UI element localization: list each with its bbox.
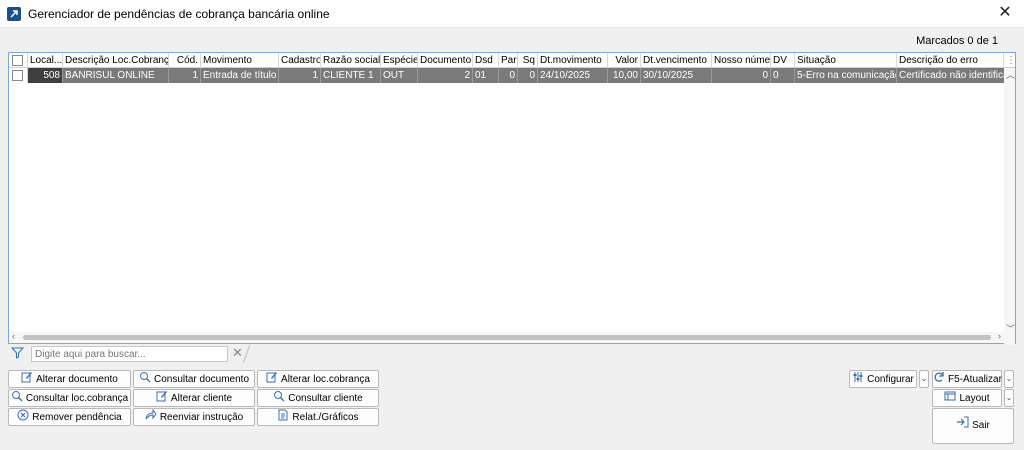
remove-circle-icon bbox=[17, 409, 29, 427]
relat-graficos-button[interactable]: Relat./Gráficos bbox=[257, 408, 379, 426]
consultar-documento-button[interactable]: Consultar documento bbox=[133, 370, 255, 388]
cell-cod: 1 bbox=[169, 68, 201, 83]
cell-movimento: Entrada de título bbox=[201, 68, 279, 83]
magnifier-icon bbox=[273, 390, 285, 408]
cell-dt-movimento: 24/10/2025 bbox=[538, 68, 608, 83]
cell-dv: 0 bbox=[771, 68, 795, 83]
marked-count: Marcados 0 de 1 bbox=[916, 35, 998, 47]
cell-situacao: 5-Erro na comunicação bbox=[795, 68, 897, 83]
pending-grid[interactable]: Local... Descrição Loc.Cobrança Cód. Mov… bbox=[8, 52, 1016, 345]
column-chooser-icon[interactable]: ⋮ bbox=[1004, 53, 1015, 68]
header-select-all[interactable] bbox=[9, 53, 28, 68]
cell-par: 0 bbox=[499, 68, 518, 83]
cell-local: 508 bbox=[28, 68, 63, 83]
horizontal-scrollbar[interactable]: ‹ › bbox=[9, 331, 1004, 343]
cell-valor: 10,00 bbox=[608, 68, 641, 83]
layout-button[interactable]: Layout bbox=[932, 389, 1002, 407]
header-razao-social[interactable]: Razão social bbox=[321, 53, 381, 68]
cell-nosso-numero: 0 bbox=[712, 68, 771, 83]
row-select[interactable] bbox=[9, 68, 28, 83]
app-arrow-icon bbox=[7, 7, 21, 21]
header-par[interactable]: Par bbox=[499, 53, 518, 68]
alterar-loc-cobranca-button[interactable]: Alterar loc.cobrança bbox=[257, 370, 379, 388]
magnifier-icon bbox=[139, 371, 151, 389]
atualizar-button[interactable]: F5-Atualizar bbox=[932, 370, 1002, 388]
sliders-icon bbox=[852, 371, 864, 389]
reenviar-instrucao-button[interactable]: Reenviar instrução bbox=[133, 408, 255, 426]
alterar-cliente-button[interactable]: Alterar cliente bbox=[133, 389, 255, 407]
consultar-cliente-button[interactable]: Consultar cliente bbox=[257, 389, 379, 407]
configurar-dropdown-icon[interactable]: ⌄ bbox=[919, 370, 929, 388]
sair-button[interactable]: Sair bbox=[932, 408, 1014, 444]
header-dt-vencimento[interactable]: Dt.vencimento bbox=[641, 53, 712, 68]
header-cod[interactable]: Cód. bbox=[169, 53, 201, 68]
header-nosso-numero[interactable]: Nosso número bbox=[712, 53, 771, 68]
header-documento[interactable]: Documento bbox=[418, 53, 473, 68]
header-local[interactable]: Local... bbox=[28, 53, 63, 68]
cell-cadastro: 1 bbox=[279, 68, 321, 83]
cell-sq: 0 bbox=[518, 68, 538, 83]
layout-dropdown-icon[interactable]: ⌄ bbox=[1004, 389, 1014, 407]
cell-dsd: 01 bbox=[473, 68, 499, 83]
configurar-button[interactable]: Configurar bbox=[849, 370, 917, 388]
header-valor[interactable]: Valor bbox=[608, 53, 641, 68]
search-input[interactable] bbox=[31, 346, 228, 362]
table-row[interactable]: 508 BANRISUL ONLINE 1 Entrada de título … bbox=[9, 68, 1004, 83]
search-divider bbox=[242, 345, 260, 363]
header-dsd[interactable]: Dsd bbox=[473, 53, 499, 68]
scroll-down-icon[interactable]: ﹀ bbox=[1006, 322, 1015, 335]
scroll-left-icon[interactable]: ‹ bbox=[12, 331, 15, 341]
grid-header: Local... Descrição Loc.Cobrança Cód. Mov… bbox=[9, 53, 1015, 68]
select-all-checkbox[interactable] bbox=[12, 55, 23, 66]
refresh-icon bbox=[933, 371, 945, 389]
consultar-loc-cobranca-button[interactable]: Consultar loc.cobrança bbox=[8, 389, 131, 407]
report-icon bbox=[277, 409, 289, 427]
magnifier-icon bbox=[11, 390, 23, 408]
window-title: Gerenciador de pendências de cobrança ba… bbox=[28, 7, 330, 21]
remover-pendencia-button[interactable]: Remover pendência bbox=[8, 408, 131, 426]
header-situacao[interactable]: Situação bbox=[795, 53, 897, 68]
header-cadastro[interactable]: Cadastro bbox=[279, 53, 321, 68]
cell-razao-social: CLIENTE 1 bbox=[321, 68, 381, 83]
atualizar-dropdown-icon[interactable]: ⌄ bbox=[1004, 370, 1014, 388]
edit-icon bbox=[21, 371, 33, 389]
search-bar: ✕ bbox=[8, 345, 260, 363]
header-dv[interactable]: DV bbox=[771, 53, 795, 68]
cell-especie: OUT bbox=[381, 68, 418, 83]
header-movimento[interactable]: Movimento bbox=[201, 53, 279, 68]
header-descricao-erro[interactable]: Descrição do erro bbox=[897, 53, 1004, 68]
edit-icon bbox=[156, 390, 168, 408]
exit-icon bbox=[956, 409, 969, 443]
clear-search-icon[interactable]: ✕ bbox=[232, 345, 243, 361]
alterar-documento-button[interactable]: Alterar documento bbox=[8, 370, 131, 388]
close-button[interactable]: ✕ bbox=[996, 4, 1014, 22]
horizontal-scroll-thumb[interactable] bbox=[23, 335, 991, 340]
layout-icon bbox=[944, 390, 956, 408]
filter-icon[interactable] bbox=[10, 346, 25, 362]
header-dt-movimento[interactable]: Dt.movimento bbox=[538, 53, 608, 68]
header-descricao-loc[interactable]: Descrição Loc.Cobrança bbox=[63, 53, 169, 68]
scroll-up-icon[interactable]: ︿ bbox=[1006, 68, 1015, 81]
edit-icon bbox=[266, 371, 278, 389]
cell-dt-vencimento: 30/10/2025 bbox=[641, 68, 712, 83]
scroll-right-icon[interactable]: › bbox=[998, 331, 1001, 341]
row-checkbox[interactable] bbox=[12, 70, 23, 81]
cell-documento: 2 bbox=[418, 68, 473, 83]
header-sq[interactable]: Sq bbox=[518, 53, 538, 68]
vertical-scrollbar[interactable]: ︿ ﹀ bbox=[1004, 68, 1015, 345]
cell-descricao-loc: BANRISUL ONLINE bbox=[63, 68, 169, 83]
cell-descricao-erro: Certificado não identificado bbox=[897, 68, 1004, 83]
header-especie[interactable]: Espécie bbox=[381, 53, 418, 68]
title-bar: Gerenciador de pendências de cobrança ba… bbox=[0, 0, 1024, 28]
resend-arrow-icon bbox=[145, 408, 157, 427]
